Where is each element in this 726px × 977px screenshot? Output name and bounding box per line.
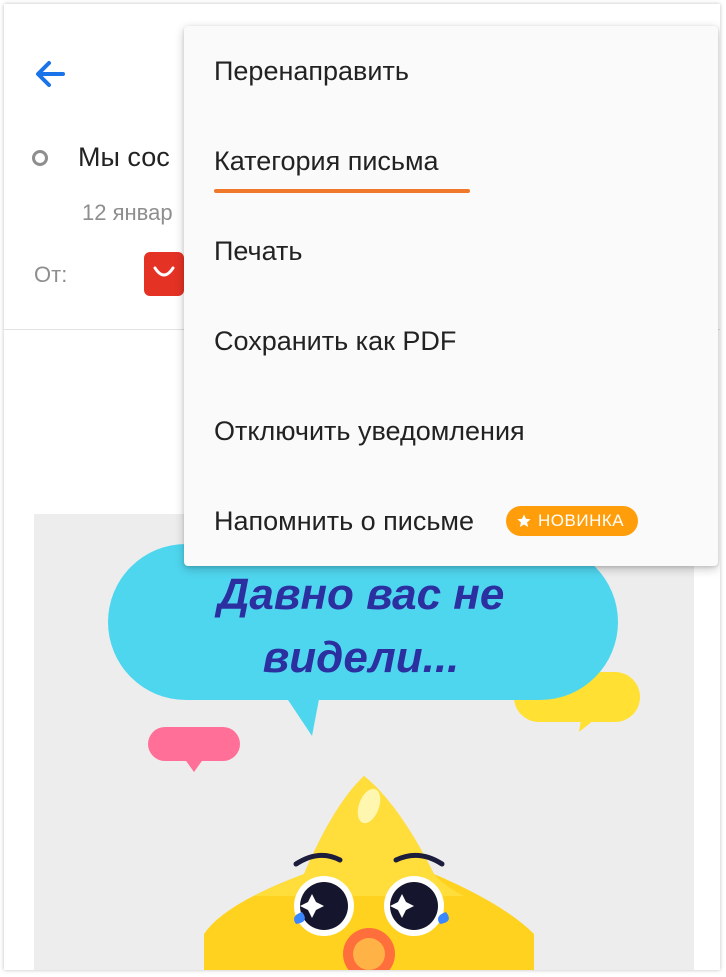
menu-item-print[interactable]: Печать — [184, 206, 718, 296]
email-subject: Мы сос — [78, 142, 170, 172]
menu-item-label: Печать — [214, 235, 303, 266]
menu-item-label-text: Категория письма — [214, 145, 439, 176]
unread-indicator[interactable] — [32, 149, 48, 166]
menu-item-remind[interactable]: Напомнить о письме НОВИНКА — [184, 476, 718, 566]
promo-headline-2: видели... — [263, 633, 460, 682]
email-date: 12 январ — [82, 200, 173, 225]
promo-headline-1: Давно вас не — [214, 570, 505, 619]
back-button[interactable] — [26, 50, 74, 98]
menu-item-mute-notifications[interactable]: Отключить уведомления — [184, 386, 718, 476]
menu-item-label: Напомнить о письме — [214, 505, 475, 536]
new-badge: НОВИНКА — [506, 506, 639, 536]
arrow-left-icon — [36, 61, 65, 87]
shopping-bag-icon — [153, 266, 175, 277]
menu-item-label: Сохранить как PDF — [214, 325, 457, 356]
email-view: Мы сос 12 январ От: Давно вас не видели.… — [4, 4, 720, 970]
new-badge-label: НОВИНКА — [538, 511, 625, 530]
subject-row: Мы сос — [32, 142, 170, 173]
menu-item-forward[interactable]: Перенаправить — [184, 26, 718, 116]
focus-underline — [214, 188, 470, 193]
star-icon — [516, 513, 532, 529]
overflow-menu: Перенаправить Категория письма Печать Со… — [184, 26, 718, 566]
sender-avatar[interactable] — [144, 252, 184, 296]
menu-item-save-pdf[interactable]: Сохранить как PDF — [184, 296, 718, 386]
promo-image: Давно вас не видели... — [34, 514, 694, 970]
menu-item-category[interactable]: Категория письма — [184, 116, 718, 206]
menu-item-label: Категория письма — [214, 145, 470, 193]
from-label: От: — [34, 262, 68, 287]
menu-item-label: Отключить уведомления — [214, 415, 525, 446]
menu-item-label: Перенаправить — [214, 55, 409, 86]
